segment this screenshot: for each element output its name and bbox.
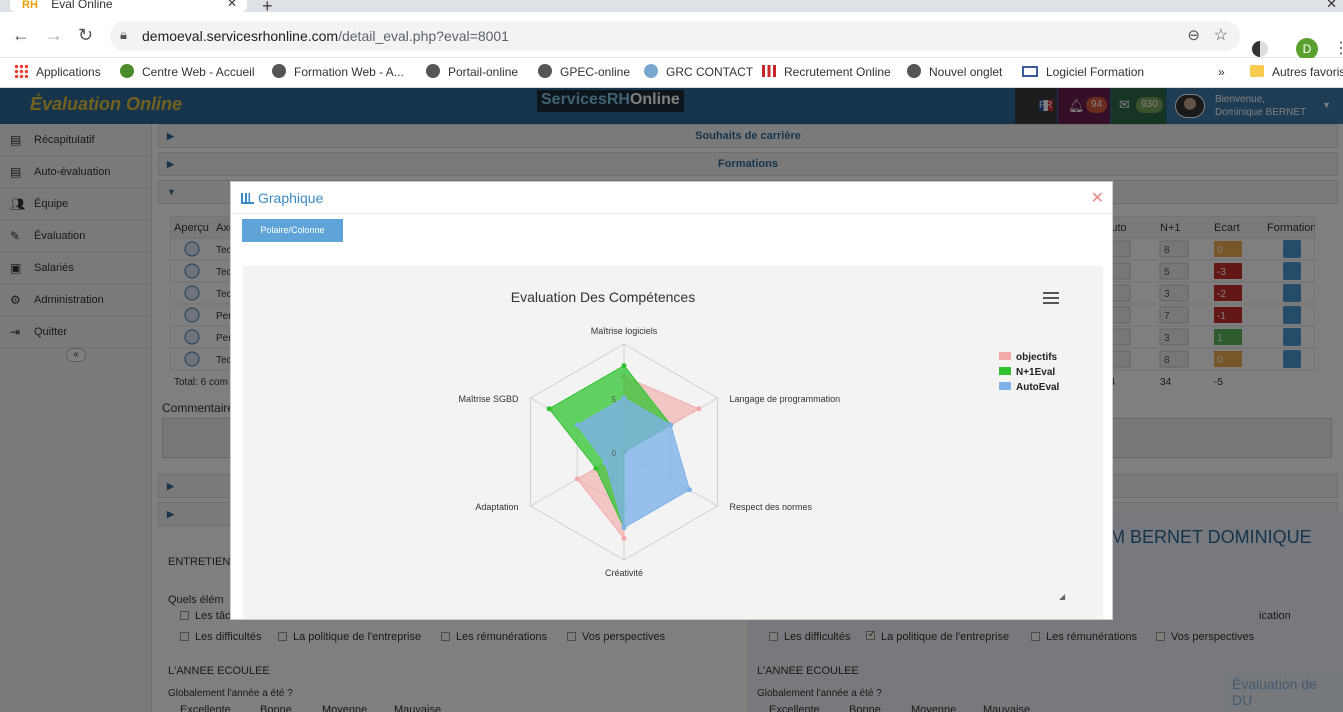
globe-icon bbox=[120, 64, 134, 78]
radar-axis-label: Adaptation bbox=[475, 502, 518, 512]
radar-axis-label: Langage de programmation bbox=[730, 394, 841, 404]
bookmark-logiciel-formation[interactable]: Logiciel Formation bbox=[1022, 62, 1144, 82]
radar-point[interactable] bbox=[621, 395, 627, 401]
modal-title: Graphique bbox=[241, 190, 323, 206]
radar-point[interactable] bbox=[546, 406, 552, 412]
radar-point[interactable] bbox=[574, 476, 580, 482]
polaire-colonne-toggle-button[interactable]: Polaire/Colonne bbox=[242, 219, 343, 242]
globe-icon bbox=[272, 64, 286, 78]
globe-icon bbox=[907, 64, 921, 78]
chart-menu-icon[interactable] bbox=[1043, 292, 1059, 306]
bookmark-nouvel-onglet[interactable]: Nouvel onglet bbox=[907, 62, 1002, 82]
bookmark-recrutement[interactable]: Recrutement Online bbox=[762, 62, 891, 82]
radar-point[interactable] bbox=[686, 487, 692, 493]
lock-icon: 🔒︎ bbox=[120, 27, 127, 42]
radar-axis-label: Créativité bbox=[605, 568, 643, 578]
browser-tab[interactable]: RH Eval Online ✕ bbox=[10, 0, 247, 12]
monitor-icon bbox=[1022, 66, 1038, 77]
folder-icon bbox=[1250, 65, 1264, 77]
resize-handle-icon[interactable]: ◢ bbox=[1059, 592, 1065, 601]
legend-item-n1eval[interactable]: N+1Eval bbox=[999, 365, 1059, 380]
globe-icon bbox=[538, 64, 552, 78]
bookmarks-overflow[interactable]: » bbox=[1218, 62, 1225, 82]
radar-point[interactable] bbox=[621, 535, 627, 541]
bookmark-gpec[interactable]: GPEC-online bbox=[538, 62, 630, 82]
back-icon[interactable]: ← bbox=[12, 25, 30, 46]
legend-swatch bbox=[999, 382, 1011, 390]
bookmark-applications[interactable]: Applications bbox=[14, 62, 101, 82]
legend-swatch bbox=[999, 367, 1011, 375]
legend-swatch bbox=[999, 352, 1011, 360]
radar-point[interactable] bbox=[593, 465, 599, 471]
legend-item-objectifs[interactable]: objectifs bbox=[999, 350, 1059, 365]
globe-icon bbox=[426, 64, 440, 78]
radar-axis-label: Respect des normes bbox=[730, 502, 813, 512]
radar-axis-label: Maîtrise logiciels bbox=[591, 326, 658, 336]
bar-chart-icon bbox=[241, 193, 254, 204]
bookmark-centre-web[interactable]: Centre Web - Accueil bbox=[120, 62, 255, 82]
url-domain: demoeval.servicesrhonline.com bbox=[142, 28, 339, 44]
tab-favicon: RH bbox=[22, 0, 38, 11]
radar-point[interactable] bbox=[621, 525, 627, 531]
close-icon[interactable]: ✕ bbox=[1091, 188, 1104, 208]
graphique-modal: Graphique ✕ Polaire/Colonne Evaluation D… bbox=[230, 181, 1113, 620]
profile-avatar[interactable]: D bbox=[1296, 38, 1318, 60]
address-bar: ← → ↻ 🔒︎ demoeval.servicesrhonline.com/d… bbox=[0, 12, 1343, 60]
bookmarks-bar: Applications Centre Web - Accueil Format… bbox=[0, 58, 1343, 88]
radar-chart-container: Evaluation Des Compétences 0 5 Maîtrise lo… bbox=[243, 266, 1103, 619]
extension-icon[interactable] bbox=[1252, 41, 1268, 57]
close-tab-icon[interactable]: ✕ bbox=[227, 0, 237, 9]
url-field[interactable]: 🔒︎ demoeval.servicesrhonline.com/detail_… bbox=[110, 21, 1240, 51]
reload-icon[interactable]: ↻ bbox=[78, 25, 93, 46]
browser-menu-icon[interactable]: ⋮ bbox=[1333, 38, 1343, 58]
window-close-icon[interactable]: ✕ bbox=[1326, 0, 1337, 12]
radar-axis-label: Maîtrise SGBD bbox=[458, 394, 519, 404]
radar-point[interactable] bbox=[621, 363, 627, 369]
browser-tabstrip: RH Eval Online ✕ + ✕ bbox=[0, 0, 1343, 16]
bookmark-formation-web[interactable]: Formation Web - A... bbox=[272, 62, 404, 82]
legend-item-autoeval[interactable]: AutoEval bbox=[999, 380, 1059, 395]
modal-header: Graphique ✕ bbox=[231, 182, 1112, 214]
bookmark-autres-favoris[interactable]: Autres favoris bbox=[1250, 62, 1343, 82]
radar-chart: 0 5 Maîtrise logiciels Langage de programma… bbox=[458, 326, 841, 578]
bookmark-star-icon[interactable]: ☆ bbox=[1214, 25, 1228, 45]
radar-tick-label: 5 bbox=[612, 395, 617, 404]
radar-point[interactable] bbox=[602, 460, 608, 466]
tab-title: Eval Online bbox=[51, 0, 113, 11]
bookmark-grc[interactable]: GRC CONTACT bbox=[644, 62, 753, 82]
apps-grid-icon bbox=[14, 64, 28, 78]
radar-tick-label: 0 bbox=[612, 449, 617, 458]
zoom-icon[interactable]: ⊖ bbox=[1187, 26, 1200, 44]
forward-icon[interactable]: → bbox=[45, 25, 63, 46]
chart-icon bbox=[762, 65, 776, 77]
bookmark-portail[interactable]: Portail-online bbox=[426, 62, 518, 82]
url-path: /detail_eval.php?eval=8001 bbox=[338, 28, 509, 44]
radar-point[interactable] bbox=[668, 422, 674, 428]
radar-point[interactable] bbox=[574, 422, 580, 428]
radar-point[interactable] bbox=[696, 406, 702, 412]
chart-legend: objectifs N+1Eval AutoEval bbox=[999, 350, 1059, 395]
grc-icon bbox=[644, 64, 658, 78]
